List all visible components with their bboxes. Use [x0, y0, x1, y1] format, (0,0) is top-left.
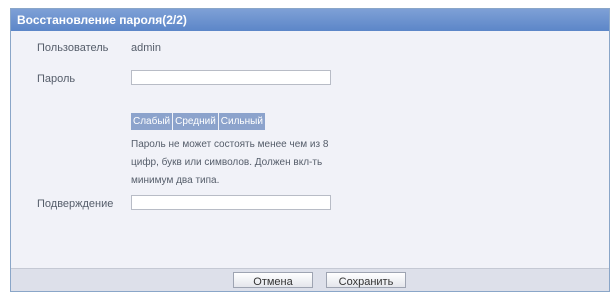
- strength-weak: Слабый: [131, 113, 173, 130]
- save-button[interactable]: Сохранить: [326, 272, 406, 288]
- confirm-password-input[interactable]: [131, 195, 331, 210]
- dialog-title: Восстановление пароля(2/2): [11, 9, 609, 31]
- password-recovery-dialog: Восстановление пароля(2/2) Пользователь …: [10, 8, 610, 292]
- password-strength-indicator: Слабый Средний Сильный: [131, 113, 266, 130]
- user-label: Пользователь: [37, 42, 109, 54]
- confirm-label: Подверждение: [37, 198, 114, 210]
- strength-strong: Сильный: [218, 113, 265, 130]
- user-value: admin: [131, 42, 161, 54]
- hint-line: минимум два типа.: [131, 175, 220, 186]
- password-hint: Пароль не может состоять менее чем из 8 …: [131, 136, 346, 190]
- cancel-button[interactable]: Отмена: [233, 272, 313, 288]
- hint-line: Пароль не может состоять менее чем из 8: [131, 139, 329, 150]
- strength-medium: Средний: [173, 113, 218, 130]
- dialog-footer: Отмена Сохранить: [11, 268, 609, 291]
- hint-line: цифр, букв или символов. Должен вкл-ть: [131, 157, 323, 168]
- password-input[interactable]: [131, 70, 331, 85]
- password-label: Пароль: [37, 73, 76, 85]
- dialog-body: Пользователь admin Пароль Слабый Средний…: [11, 31, 609, 269]
